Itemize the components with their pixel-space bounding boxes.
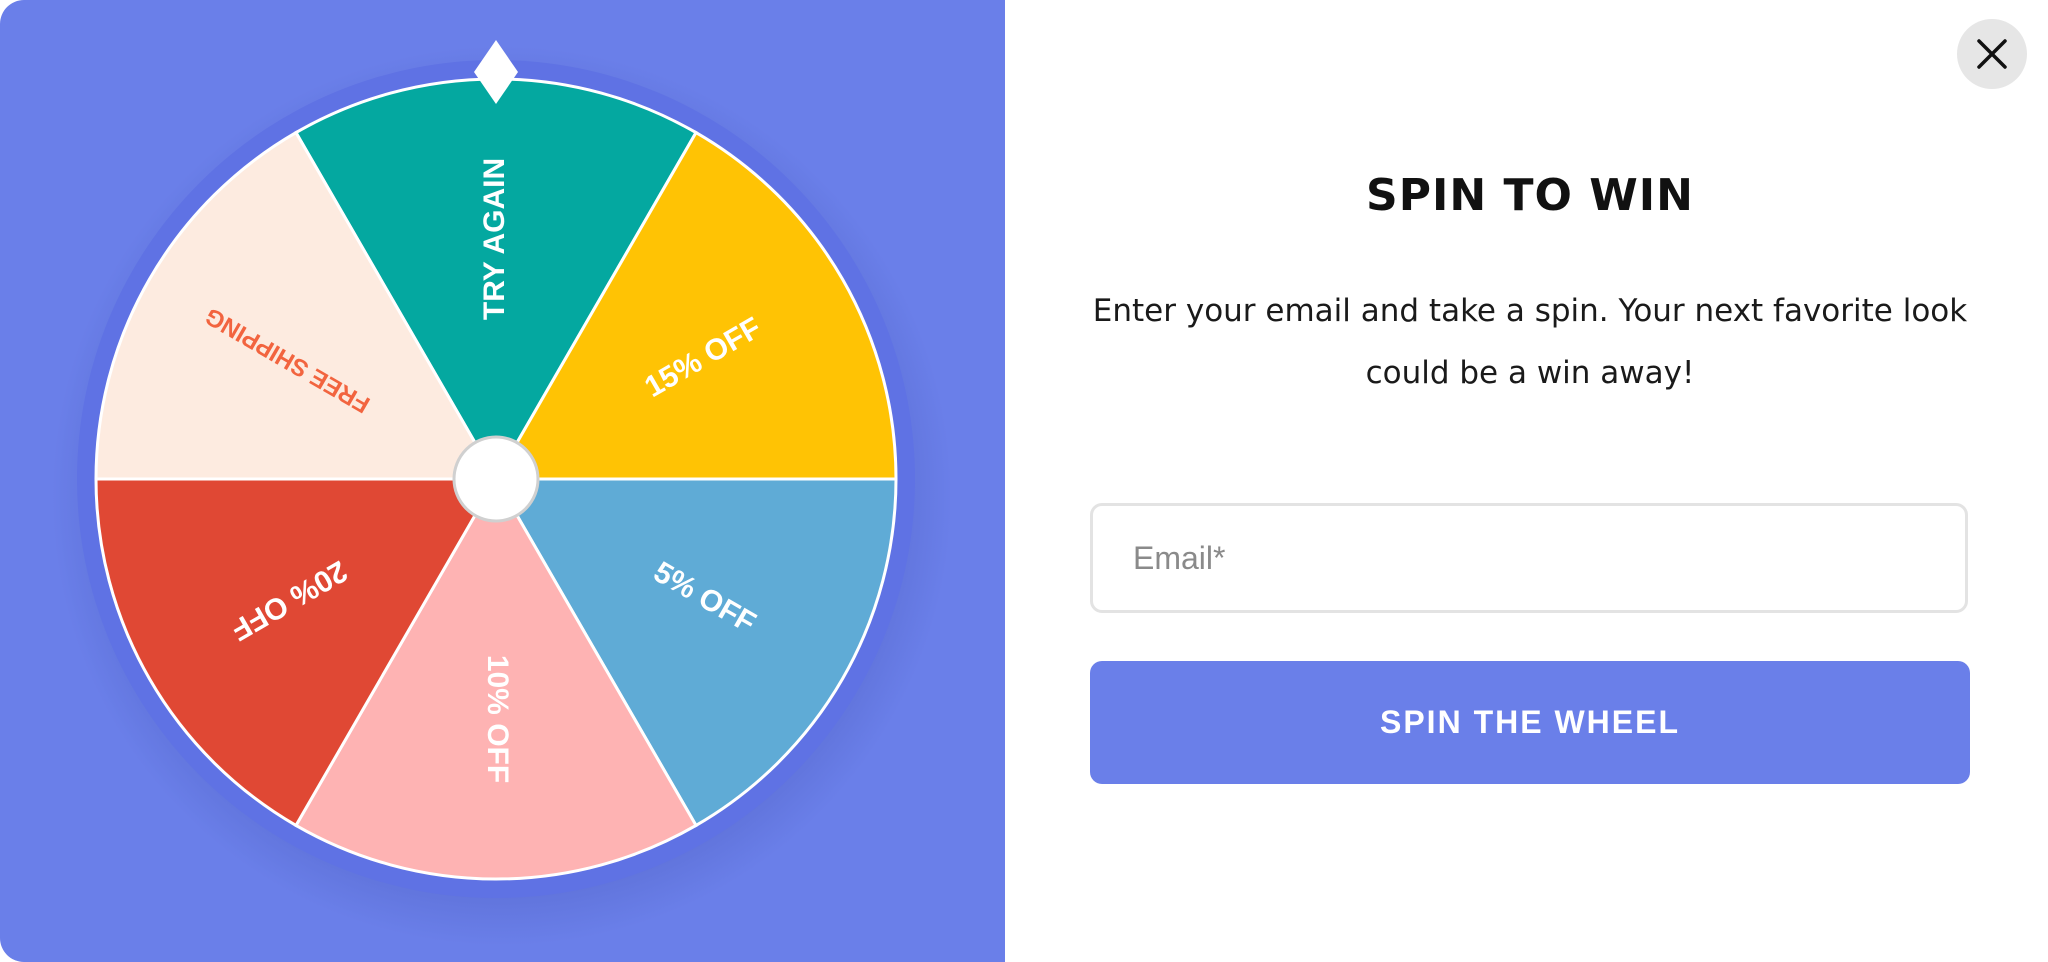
email-field[interactable]	[1090, 503, 1968, 613]
spin-to-win-modal: TRY AGAIN 15% OFF 5% OFF 10% OFF 20% OFF FREE…	[0, 0, 2048, 962]
subtitle-line-2: could be a win away!	[1365, 355, 1695, 391]
close-icon	[1977, 39, 2007, 69]
wheel-segment-label: 10% OFF	[481, 655, 514, 783]
prize-wheel[interactable]: TRY AGAIN15% OFF5% OFF10% OFF20% OFFFREE…	[0, 0, 1005, 962]
popup-title: SPIN TO WIN	[1366, 170, 1694, 221]
close-button[interactable]	[1957, 19, 2027, 89]
subtitle-line-1: Enter your email and take a spin. Your n…	[1092, 293, 1968, 329]
wheel-panel: TRY AGAIN 15% OFF 5% OFF 10% OFF 20% OFF FREE…	[0, 0, 1005, 962]
form-panel	[1005, 0, 2048, 962]
wheel-segment-label: TRY AGAIN	[478, 158, 511, 320]
spin-the-wheel-button[interactable]: SPIN THE WHEEL	[1090, 661, 1970, 784]
popup-subtitle: Enter your email and take a spin. Your n…	[1090, 280, 1970, 404]
wheel-center-hub	[452, 435, 540, 523]
